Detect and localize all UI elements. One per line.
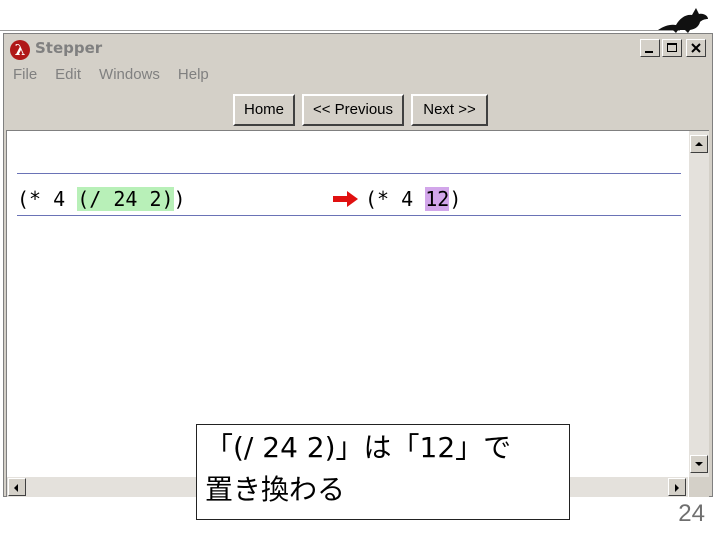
callout-line-1: 「(/ 24 2)」は「12」で	[205, 431, 512, 464]
result-highlight: 12	[425, 187, 450, 211]
right-arrow-icon	[333, 191, 358, 207]
page-number: 24	[678, 500, 705, 527]
lambda-icon: λ	[10, 40, 30, 60]
callout-line-2: 置き換わる	[205, 473, 346, 506]
close-button[interactable]	[686, 39, 706, 57]
maximize-button[interactable]	[662, 39, 682, 57]
left-arrow-icon	[14, 484, 18, 492]
scroll-left-button[interactable]	[8, 478, 26, 496]
menu-bar: File Edit Windows Help	[8, 64, 218, 86]
close-icon	[691, 43, 701, 53]
expression-before: (* 4 (/ 24 2))	[17, 186, 186, 212]
cat-silhouette-icon	[658, 8, 708, 33]
home-button[interactable]: Home	[233, 94, 295, 126]
up-arrow-icon	[695, 142, 703, 146]
separator-bottom	[17, 215, 681, 216]
minimize-button[interactable]	[640, 39, 660, 57]
callout-box: 「(/ 24 2)」は「12」で 置き換わる	[196, 424, 570, 520]
scroll-up-button[interactable]	[690, 135, 708, 153]
vertical-scrollbar[interactable]	[689, 131, 709, 477]
expression-after-prefix: (* 4	[365, 187, 426, 211]
redex-highlight: (/ 24 2)	[77, 187, 174, 211]
scroll-right-button[interactable]	[668, 478, 686, 496]
scrollbar-corner	[689, 477, 709, 497]
scroll-down-button[interactable]	[690, 455, 708, 473]
toolbar: Home << Previous Next >>	[4, 94, 712, 126]
next-button[interactable]: Next >>	[411, 94, 488, 126]
menu-edit[interactable]: Edit	[46, 64, 90, 86]
menu-windows[interactable]: Windows	[90, 64, 169, 86]
expression-after: (* 4 12)	[365, 186, 461, 212]
maximize-icon	[667, 43, 677, 52]
menu-help[interactable]: Help	[169, 64, 218, 86]
right-arrow-small-icon	[675, 484, 679, 492]
minimize-icon	[645, 51, 653, 53]
expression-before-suffix: )	[173, 187, 186, 211]
expression-before-prefix: (* 4	[17, 187, 78, 211]
title-bar[interactable]: λ Stepper	[6, 36, 710, 62]
menu-file[interactable]: File	[8, 64, 46, 86]
previous-button[interactable]: << Previous	[302, 94, 404, 126]
window-title: Stepper	[35, 39, 103, 57]
slide-top-rule	[0, 30, 680, 31]
down-arrow-icon	[695, 462, 703, 466]
expression-after-suffix: )	[449, 187, 462, 211]
separator-top	[17, 173, 681, 174]
